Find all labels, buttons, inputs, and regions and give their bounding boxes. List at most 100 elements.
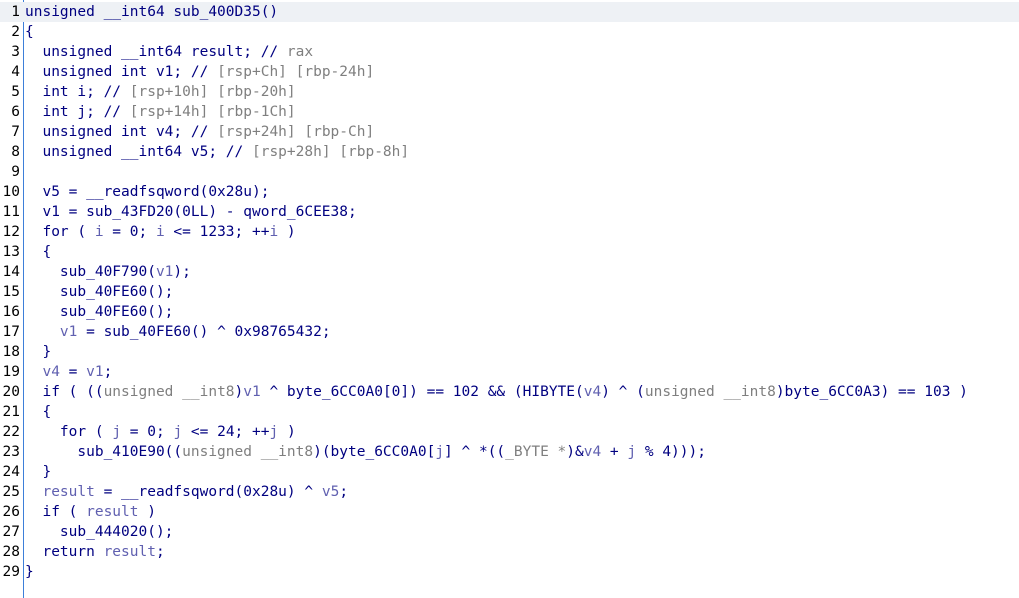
comment-token: [rsp+28h] [rbp-8h]	[251, 144, 410, 160]
line-number: 6	[11, 104, 20, 120]
variable-token: result	[86, 504, 139, 520]
code-line[interactable]: 17 v1 = sub_40FE60() ^ 0x98765432;	[0, 322, 1019, 342]
line-number: 4	[11, 64, 20, 80]
line-code: unsigned __int64 v5; // [rsp+28h] [rbp-8…	[25, 142, 409, 162]
code-line[interactable]: 14 sub_40F790(v1);	[0, 262, 1019, 282]
code-token: = sub_40FE60() ^ 0x98765432;	[77, 324, 331, 340]
code-token: v1 = sub_43FD20(0LL) - qword_6CEE38;	[25, 204, 357, 220]
code-line[interactable]: 23 sub_410E90((unsigned __int8)(byte_6CC…	[0, 442, 1019, 462]
code-token: = __readfsqword(0x28u) ^	[94, 484, 322, 500]
code-line[interactable]: 5 int i; // [rsp+10h] [rbp-20h]	[0, 82, 1019, 102]
code-line[interactable]: 9	[0, 162, 1019, 182]
line-number: 19	[2, 364, 20, 380]
code-token: for (	[25, 224, 95, 240]
code-token: sub_40F790(	[25, 264, 156, 280]
code-line[interactable]: 15 sub_40FE60();	[0, 282, 1019, 302]
code-token: unsigned __int64 sub_400D35()	[25, 4, 279, 20]
code-token: {	[25, 404, 52, 420]
code-line[interactable]: 24 }	[0, 462, 1019, 482]
code-token: }	[25, 464, 52, 480]
line-number: 11	[2, 204, 20, 220]
code-token: =	[59, 364, 87, 380]
line-number: 9	[11, 164, 20, 180]
code-line[interactable]: 4 unsigned int v1; // [rsp+Ch] [rbp-24h]	[0, 62, 1019, 82]
line-code: }	[25, 562, 34, 582]
line-code: }	[25, 342, 51, 362]
variable-token: i	[269, 224, 279, 240]
code-line[interactable]: 8 unsigned __int64 v5; // [rsp+28h] [rbp…	[0, 142, 1019, 162]
line-number: 2	[11, 24, 20, 40]
line-number: 24	[2, 464, 20, 480]
code-token: unsigned __int64 v5; //	[25, 144, 252, 160]
code-line[interactable]: 12 for ( i = 0; i <= 1233; ++i )	[0, 222, 1019, 242]
code-token: ] ^ *((	[444, 444, 506, 460]
code-token: {	[25, 24, 34, 40]
line-number: 3	[11, 44, 20, 60]
line-code: for ( i = 0; i <= 1233; ++i )	[25, 222, 295, 242]
code-token: return	[25, 544, 104, 560]
code-token: ;	[339, 484, 349, 500]
code-token: = 0;	[121, 424, 174, 440]
line-code: if ( ((unsigned __int8)v1 ^ byte_6CC0A0[…	[25, 382, 967, 402]
code-token: sub_410E90((	[25, 444, 183, 460]
code-line[interactable]: 10 v5 = __readfsqword(0x28u);	[0, 182, 1019, 202]
code-token: {	[25, 244, 52, 260]
code-line[interactable]: 7 unsigned int v4; // [rsp+24h] [rbp-Ch]	[0, 122, 1019, 142]
code-line[interactable]: 2{	[0, 22, 1019, 42]
variable-token: v1	[243, 384, 261, 400]
code-line[interactable]: 25 result = __readfsqword(0x28u) ^ v5;	[0, 482, 1019, 502]
code-line[interactable]: 1 unsigned __int64 sub_400D35()	[0, 2, 1019, 22]
line-number: 16	[2, 304, 20, 320]
comment-token: [rsp+Ch] [rbp-24h]	[217, 64, 375, 80]
line-code: sub_40FE60();	[25, 282, 174, 302]
line-code: }	[25, 462, 51, 482]
variable-token: v1	[59, 324, 78, 340]
code-token: int i; //	[25, 84, 130, 100]
code-token: )&	[566, 444, 584, 460]
code-line[interactable]: 20 if ( ((unsigned __int8)v1 ^ byte_6CC0…	[0, 382, 1019, 402]
code-line[interactable]: 6 int j; // [rsp+14h] [rbp-1Ch]	[0, 102, 1019, 122]
comment-token: rax	[286, 44, 314, 60]
pseudocode-view[interactable]: 1 unsigned __int64 sub_400D35() 2{3 unsign…	[0, 0, 1019, 598]
code-token: unsigned int v4; //	[25, 124, 218, 140]
line-number: 27	[2, 524, 20, 540]
line-code: v1 = sub_40FE60() ^ 0x98765432;	[25, 322, 331, 342]
code-line[interactable]: 3 unsigned __int64 result; // rax	[0, 42, 1019, 62]
variable-token: v4	[583, 384, 602, 400]
comment-token: _BYTE *	[505, 444, 567, 460]
line-number: 20	[2, 384, 20, 400]
code-line[interactable]: 27 sub_444020();	[0, 522, 1019, 542]
line-number: 13	[2, 244, 20, 260]
code-token: <= 1233; ++	[164, 224, 270, 240]
code-line[interactable]: 13 {	[0, 242, 1019, 262]
code-token: int j; //	[25, 104, 130, 120]
code-line[interactable]: 11 v1 = sub_43FD20(0LL) - qword_6CEE38;	[0, 202, 1019, 222]
line-code: int j; // [rsp+14h] [rbp-1Ch]	[25, 102, 295, 122]
code-line[interactable]: 16 sub_40FE60();	[0, 302, 1019, 322]
code-token: sub_40FE60();	[25, 304, 174, 320]
code-line[interactable]: 29}	[0, 562, 1019, 582]
line-code: {	[25, 402, 51, 422]
line-code: v4 = v1;	[25, 362, 112, 382]
variable-token: v5	[321, 484, 340, 500]
line-code: if ( result )	[25, 502, 156, 522]
code-line[interactable]: 19 v4 = v1;	[0, 362, 1019, 382]
code-token: );	[173, 264, 191, 280]
code-line[interactable]: 21 {	[0, 402, 1019, 422]
code-line[interactable]: 26 if ( result )	[0, 502, 1019, 522]
line-code: sub_444020();	[25, 522, 174, 542]
code-token: }	[25, 564, 34, 580]
line-number: 25	[2, 484, 20, 500]
code-token: )	[234, 384, 244, 400]
code-line[interactable]: 18 }	[0, 342, 1019, 362]
variable-token: i	[155, 224, 165, 240]
code-line[interactable]: 28 return result;	[0, 542, 1019, 562]
code-token: unsigned int v1; //	[25, 64, 218, 80]
line-number: 29	[2, 564, 20, 580]
line-code: int i; // [rsp+10h] [rbp-20h]	[25, 82, 295, 102]
line-number: 23	[2, 444, 20, 460]
line-code: sub_40F790(v1);	[25, 262, 191, 282]
code-line[interactable]: 22 for ( j = 0; j <= 24; ++j )	[0, 422, 1019, 442]
variable-token: j	[435, 444, 445, 460]
